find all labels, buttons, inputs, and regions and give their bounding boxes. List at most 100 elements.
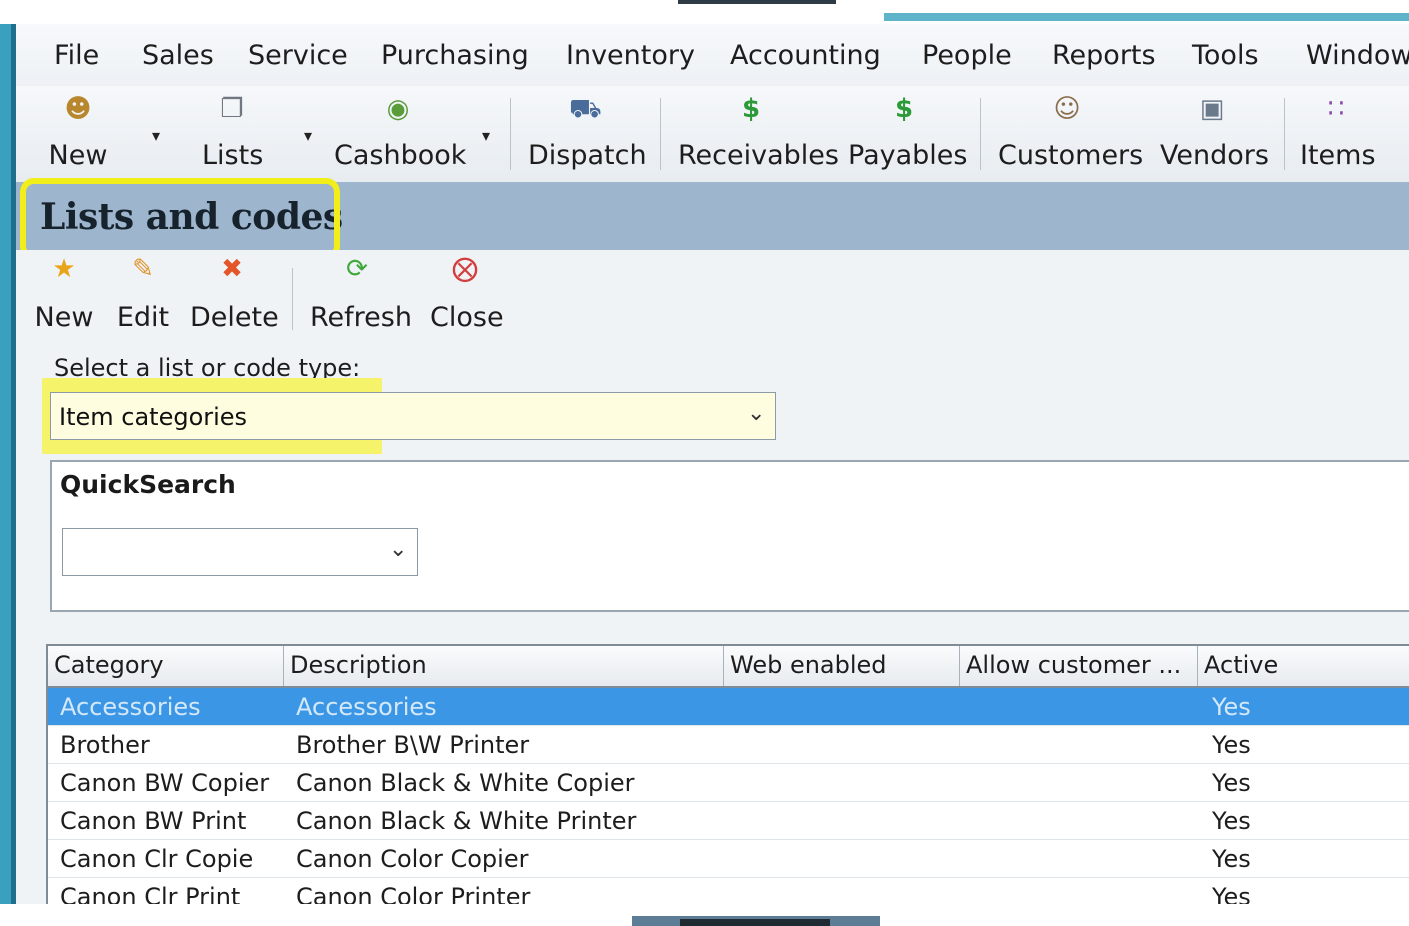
toolbar-payables-label: Payables xyxy=(848,140,968,171)
truck-icon: ⛟ xyxy=(569,94,602,124)
main-toolbar: ☻ New ▾ ❐ Lists ▾ ◉ Cashbook ▾ ⛟ Dispatc… xyxy=(16,86,1409,183)
menu-window[interactable]: Window xyxy=(1306,40,1409,71)
table-row[interactable]: Accessories Accessories Yes xyxy=(48,688,1409,726)
dollar-out-icon: $ xyxy=(894,94,914,124)
cell-active: Yes xyxy=(1212,769,1251,797)
person-new-icon: ☻ xyxy=(64,94,92,124)
dollar-in-icon: $ xyxy=(741,94,761,124)
vendor-icon: ▣ xyxy=(1199,94,1225,124)
column-header-web-enabled[interactable]: Web enabled xyxy=(724,646,960,686)
document-icon: ❐ xyxy=(220,94,244,124)
list-type-select[interactable]: Item categories ⌄ xyxy=(50,392,776,440)
cell-description: Canon Color Copier xyxy=(296,845,529,873)
table-row[interactable]: Canon BW Print Canon Black & White Print… xyxy=(48,802,1409,840)
cell-category: Canon BW Copier xyxy=(60,769,270,797)
new-label: New xyxy=(34,302,94,333)
close-button[interactable]: ⨂ Close xyxy=(430,254,504,333)
table-row[interactable]: Canon Clr Print Canon Color Printer Yes xyxy=(48,878,1409,904)
toolbar-receivables-button[interactable]: $ Receivables xyxy=(678,94,839,174)
edit-button[interactable]: ✎ Edit xyxy=(116,254,170,333)
toolbar-items-label: Items xyxy=(1300,140,1376,171)
toolbar-separator xyxy=(1284,98,1285,170)
menu-accounting[interactable]: Accounting xyxy=(730,40,881,71)
cell-active: Yes xyxy=(1212,731,1251,759)
toolbar-lists-button[interactable]: ❐ Lists xyxy=(202,94,264,174)
quicksearch-select[interactable]: ⌄ xyxy=(62,528,418,576)
column-header-allow-customer[interactable]: Allow customer ... xyxy=(960,646,1198,686)
chevron-down-icon[interactable]: ⌄ xyxy=(747,401,765,426)
toolbar-cashbook-button[interactable]: ◉ Cashbook xyxy=(334,94,467,174)
refresh-label: Refresh xyxy=(310,302,412,333)
refresh-button[interactable]: ⟳ Refresh xyxy=(310,254,412,333)
menu-sales[interactable]: Sales xyxy=(142,40,214,71)
toolbar-receivables-label: Receivables xyxy=(678,140,839,171)
cell-active: Yes xyxy=(1212,883,1251,904)
window-frame-top xyxy=(0,0,1409,24)
cell-description: Accessories xyxy=(296,693,437,721)
list-actions-toolbar: ★ New ✎ Edit ✖ Delete ⟳ Refresh ⨂ Close xyxy=(16,250,1409,336)
toolbar-separator xyxy=(660,98,661,170)
toolbar-dispatch-button[interactable]: ⛟ Dispatch xyxy=(528,94,647,174)
toolbar-separator xyxy=(980,98,981,170)
chevron-down-icon[interactable]: ⌄ xyxy=(389,537,407,562)
cashbook-dropdown-arrow[interactable]: ▾ xyxy=(482,126,490,145)
cell-category: Canon BW Print xyxy=(60,807,247,835)
cell-category: Brother xyxy=(60,731,150,759)
quicksearch-panel: QuickSearch ⌄ xyxy=(50,460,1409,612)
delete-button[interactable]: ✖ Delete xyxy=(190,254,279,333)
table-row[interactable]: Canon Clr Copie Canon Color Copier Yes xyxy=(48,840,1409,878)
close-label: Close xyxy=(430,302,504,333)
toolbar-items-button[interactable]: ∷ Items xyxy=(1300,94,1376,174)
refresh-icon: ⟳ xyxy=(346,254,368,284)
quicksearch-title: QuickSearch xyxy=(60,470,236,499)
list-type-value: Item categories xyxy=(59,403,248,431)
lists-dropdown-arrow[interactable]: ▾ xyxy=(304,126,312,145)
toolbar-separator xyxy=(510,98,511,170)
application-window: File Sales Service Purchasing Inventory … xyxy=(16,24,1409,904)
toolbar-separator xyxy=(292,268,293,330)
new-button[interactable]: ★ New xyxy=(34,254,94,333)
toolbar-new-button[interactable]: ☻ New xyxy=(46,94,110,174)
menu-purchasing[interactable]: Purchasing xyxy=(381,40,529,71)
table-row[interactable]: Canon BW Copier Canon Black & White Copi… xyxy=(48,764,1409,802)
window-frame-left xyxy=(0,24,16,904)
cash-icon: ◉ xyxy=(386,94,410,124)
title-highlight-annotation xyxy=(20,178,340,260)
cell-category: Accessories xyxy=(60,693,201,721)
toolbar-payables-button[interactable]: $ Payables xyxy=(848,94,968,174)
menu-people[interactable]: People xyxy=(922,40,1012,71)
cell-description: Canon Black & White Copier xyxy=(296,769,635,797)
table-row[interactable]: Brother Brother B\W Printer Yes xyxy=(48,726,1409,764)
cell-description: Brother B\W Printer xyxy=(296,731,530,759)
menu-tools[interactable]: Tools xyxy=(1192,40,1259,71)
grid-header: Category Description Web enabled Allow c… xyxy=(48,646,1409,688)
toolbar-customers-button[interactable]: ☺ Customers xyxy=(998,94,1144,174)
delete-label: Delete xyxy=(190,302,279,333)
toolbar-lists-label: Lists xyxy=(202,140,264,171)
column-header-category[interactable]: Category xyxy=(48,646,284,686)
toolbar-dispatch-label: Dispatch xyxy=(528,140,647,171)
pencil-icon: ✎ xyxy=(132,254,154,284)
new-dropdown-arrow[interactable]: ▾ xyxy=(152,126,160,145)
cell-category: Canon Clr Copie xyxy=(60,845,254,873)
menu-reports[interactable]: Reports xyxy=(1052,40,1156,71)
column-header-active[interactable]: Active xyxy=(1198,646,1409,686)
star-icon: ★ xyxy=(52,254,76,284)
toolbar-new-label: New xyxy=(48,140,108,171)
cell-active: Yes xyxy=(1212,807,1251,835)
toolbar-customers-label: Customers xyxy=(998,140,1144,171)
x-icon: ✖ xyxy=(221,254,243,284)
cell-active: Yes xyxy=(1212,845,1251,873)
toolbar-vendors-label: Vendors xyxy=(1160,140,1269,171)
menu-file[interactable]: File xyxy=(54,40,99,71)
edit-label: Edit xyxy=(116,302,170,333)
items-icon: ∷ xyxy=(1327,94,1345,124)
cell-description: Canon Black & White Printer xyxy=(296,807,637,835)
close-circle-icon: ⨂ xyxy=(452,254,478,284)
column-header-description[interactable]: Description xyxy=(284,646,724,686)
toolbar-vendors-button[interactable]: ▣ Vendors xyxy=(1160,94,1269,174)
menu-service[interactable]: Service xyxy=(248,40,348,71)
toolbar-cashbook-label: Cashbook xyxy=(334,140,467,171)
menu-inventory[interactable]: Inventory xyxy=(566,40,695,71)
window-frame-bottom xyxy=(0,904,1409,926)
